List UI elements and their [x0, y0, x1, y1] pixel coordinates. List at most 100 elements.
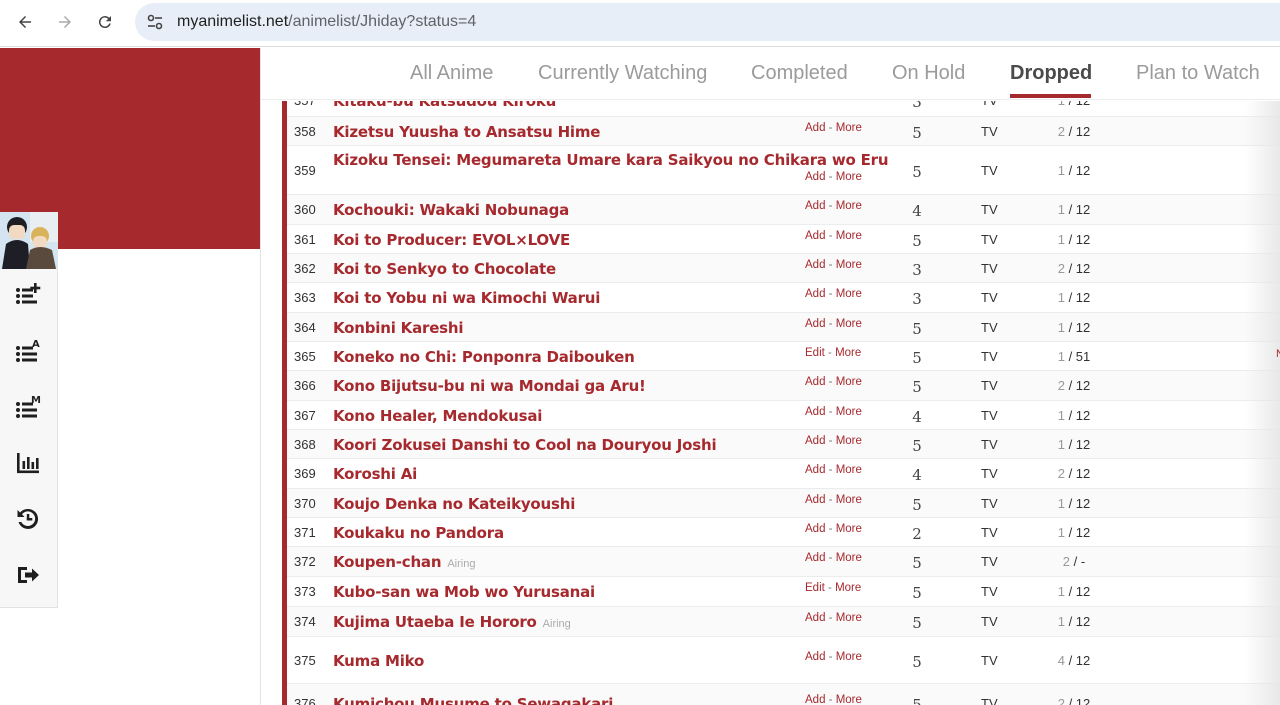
progress-value[interactable]: 2 / 12 [1044, 261, 1104, 276]
score-value[interactable]: 5 [911, 437, 923, 455]
add-link[interactable]: Add [805, 259, 825, 271]
score-value[interactable]: 2 [911, 525, 923, 543]
export-icon[interactable] [14, 562, 42, 588]
progress-value[interactable]: 1 / 12 [1044, 437, 1104, 452]
site-settings-icon[interactable] [145, 12, 165, 32]
add-link[interactable]: Add [805, 200, 825, 212]
add-link[interactable]: Add [805, 494, 825, 506]
score-value[interactable]: 5 [911, 349, 923, 367]
address-bar[interactable]: myanimelist.net/animelist/Jhiday?status=… [135, 3, 1280, 41]
progress-value[interactable]: 2 / 12 [1044, 466, 1104, 481]
anime-title-link[interactable]: Kumichou Musume to Sewagakari [333, 695, 613, 705]
anime-title-link[interactable]: Kujima Utaeba Ie Hororo [333, 613, 537, 631]
progress-value[interactable]: 1 / 12 [1044, 614, 1104, 629]
add-link[interactable]: Add [805, 318, 825, 330]
score-value[interactable]: 5 [911, 378, 923, 396]
progress-value[interactable]: 2 / 12 [1044, 378, 1104, 393]
more-link[interactable]: More [836, 230, 862, 242]
more-link[interactable]: More [835, 347, 861, 359]
reload-button[interactable] [89, 8, 121, 36]
anime-title-link[interactable]: Koori Zokusei Danshi to Cool na Douryou … [333, 436, 717, 454]
tab-dropped[interactable]: Dropped [1010, 62, 1092, 84]
add-link[interactable]: Add [805, 122, 825, 134]
anime-title-link[interactable]: Kochouki: Wakaki Nobunaga [333, 201, 569, 219]
score-value[interactable]: 5 [911, 163, 923, 181]
score-value[interactable]: 5 [911, 320, 923, 338]
more-link[interactable]: More [836, 694, 862, 705]
score-value[interactable]: 4 [911, 202, 923, 220]
score-value[interactable]: 5 [911, 496, 923, 514]
more-link[interactable]: More [836, 171, 862, 183]
score-value[interactable]: 3 [911, 290, 923, 308]
history-icon[interactable] [14, 506, 42, 532]
anime-title-link[interactable]: Kitaku-bu Katsudou Kiroku [333, 101, 556, 110]
more-link[interactable]: More [835, 582, 861, 594]
avatar[interactable] [0, 212, 58, 269]
more-link[interactable]: More [836, 259, 862, 271]
progress-value[interactable]: 2 / - [1044, 554, 1104, 569]
tab-on-hold[interactable]: On Hold [892, 62, 965, 84]
add-link[interactable]: Add [805, 230, 825, 242]
score-value[interactable]: 5 [911, 696, 923, 705]
anime-title-link[interactable]: Koujo Denka no Kateikyoushi [333, 495, 575, 513]
add-link[interactable]: Add [805, 406, 825, 418]
add-link[interactable]: Add [805, 552, 825, 564]
more-link[interactable]: More [836, 552, 862, 564]
anime-title-link[interactable]: Konbini Kareshi [333, 319, 464, 337]
stats-icon[interactable] [14, 450, 42, 476]
score-value[interactable]: 5 [911, 653, 923, 671]
edit-link[interactable]: Edit [805, 582, 825, 594]
add-link[interactable]: Add [805, 376, 825, 388]
list-a-icon[interactable]: A [14, 338, 42, 364]
tab-currently-watching[interactable]: Currently Watching [538, 62, 707, 84]
progress-value[interactable]: 4 / 12 [1044, 653, 1104, 668]
score-value[interactable]: 4 [911, 466, 923, 484]
progress-value[interactable]: 1 / 12 [1044, 584, 1104, 599]
more-link[interactable]: More [836, 651, 862, 663]
anime-title-link[interactable]: Kuma Miko [333, 652, 424, 670]
progress-value[interactable]: 1 / 12 [1044, 163, 1104, 178]
tab-completed[interactable]: Completed [751, 62, 848, 84]
url-text[interactable]: myanimelist.net/animelist/Jhiday?status=… [177, 13, 476, 31]
more-link[interactable]: More [836, 494, 862, 506]
progress-value[interactable]: 2 / 12 [1044, 696, 1104, 705]
back-button[interactable] [9, 8, 41, 36]
tab-all-anime[interactable]: All Anime [410, 62, 493, 84]
more-link[interactable]: More [836, 288, 862, 300]
progress-value[interactable]: 1 / 12 [1044, 408, 1104, 423]
anime-title-link[interactable]: Koupen-chan [333, 553, 442, 571]
more-link[interactable]: More [836, 376, 862, 388]
anime-title-link[interactable]: Koneko no Chi: Ponponra Daibouken [333, 348, 635, 366]
score-value[interactable]: 5 [911, 614, 923, 632]
anime-title-link[interactable]: Kizoku Tensei: Megumareta Umare kara Sai… [333, 151, 889, 169]
more-link[interactable]: More [836, 122, 862, 134]
more-link[interactable]: More [836, 612, 862, 624]
anime-title-link[interactable]: Koukaku no Pandora [333, 524, 504, 542]
forward-button[interactable] [49, 8, 81, 36]
progress-value[interactable]: 1 / 12 [1044, 290, 1104, 305]
anime-title-link[interactable]: Kubo-san wa Mob wo Yurusanai [333, 583, 595, 601]
anime-title-link[interactable]: Kono Healer, Mendokusai [333, 407, 542, 425]
score-value[interactable]: 5 [911, 584, 923, 602]
progress-value[interactable]: 1 / 12 [1044, 202, 1104, 217]
add-link[interactable]: Add [805, 523, 825, 535]
tab-plan-to-watch[interactable]: Plan to Watch [1136, 62, 1260, 84]
progress-value[interactable]: 1 / 51 [1044, 349, 1104, 364]
score-value[interactable]: 5 [911, 554, 923, 572]
add-link[interactable]: Add [805, 288, 825, 300]
progress-value[interactable]: 1 / 12 [1044, 525, 1104, 540]
progress-value[interactable]: 1 / 12 [1044, 320, 1104, 335]
more-link[interactable]: More [836, 435, 862, 447]
more-link[interactable]: More [836, 523, 862, 535]
add-link[interactable]: Add [805, 101, 825, 103]
more-link[interactable]: More [836, 318, 862, 330]
edit-link[interactable]: Edit [805, 347, 825, 359]
progress-value[interactable]: 1 / 12 [1044, 496, 1104, 511]
progress-value[interactable]: 1 / 12 [1044, 232, 1104, 247]
anime-title-link[interactable]: Koi to Yobu ni wa Kimochi Warui [333, 289, 600, 307]
score-value[interactable]: 3 [911, 261, 923, 279]
score-value[interactable]: 5 [911, 232, 923, 250]
anime-title-link[interactable]: Koi to Producer: EVOL×LOVE [333, 231, 570, 249]
score-value[interactable]: 3 [911, 101, 923, 111]
progress-value[interactable]: 2 / 12 [1044, 124, 1104, 139]
